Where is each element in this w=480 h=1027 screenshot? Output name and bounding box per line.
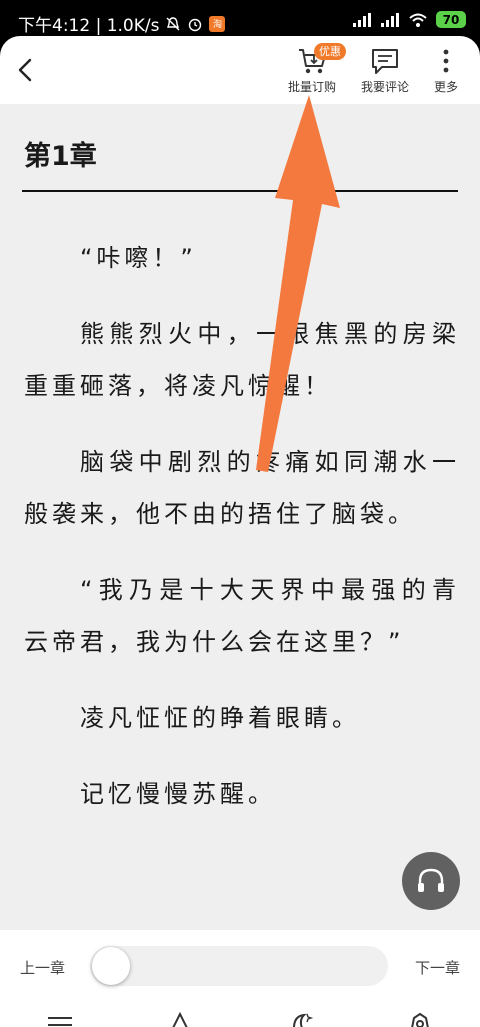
promo-badge: 优惠 — [314, 43, 346, 60]
paragraph: 脑袋中剧烈的疼痛如同潮水一般袭来，他不由的捂住了脑袋。 — [24, 448, 460, 528]
slider-thumb[interactable] — [92, 947, 130, 985]
reading-area[interactable]: 第1章 “咔嚓！” 熊熊烈火中，一根焦黑的房梁重重砸落，将凌凡惊醒！ 脑袋中剧烈… — [0, 104, 480, 930]
chapter-content: “咔嚓！” 熊熊烈火中，一根焦黑的房梁重重砸落，将凌凡惊醒！ 脑袋中剧烈的疼痛如… — [24, 232, 460, 844]
headphones-icon — [418, 868, 444, 892]
chapter-progress-slider[interactable] — [90, 946, 388, 986]
paragraph: 记忆慢慢苏醒。 — [80, 780, 276, 808]
signal-icon-2 — [381, 12, 399, 27]
paragraph: “咔嚓！” — [80, 244, 197, 272]
reader-toolbar: 批量订购 优惠 我要评论 更多 — [0, 36, 480, 104]
catalog-list-icon[interactable] — [46, 1012, 74, 1027]
paragraph: 熊熊烈火中，一根焦黑的房梁重重砸落，将凌凡惊醒！ — [24, 320, 460, 400]
prev-chapter-button[interactable]: 上一章 — [20, 957, 65, 978]
more-label: 更多 — [433, 80, 458, 94]
font-size-icon[interactable] — [166, 1012, 194, 1027]
title-divider — [22, 190, 458, 192]
more-vertical-icon — [443, 49, 449, 73]
alarm-icon — [189, 18, 202, 31]
next-chapter-button[interactable]: 下一章 — [415, 957, 460, 978]
status-right: 70 — [352, 11, 466, 28]
battery-icon: 70 — [436, 11, 466, 28]
listen-audio-button[interactable] — [402, 852, 460, 910]
batch-order-label: 批量订购 — [287, 80, 336, 94]
status-left: 下午4:12 | 1.0K/s 淘 — [18, 11, 226, 36]
back-arrow-icon[interactable] — [12, 56, 40, 84]
app-notification-icon: 淘 — [209, 15, 226, 32]
more-button[interactable]: 更多 — [428, 46, 464, 95]
night-mode-icon[interactable] — [286, 1012, 314, 1027]
comment-button[interactable]: 我要评论 — [356, 46, 414, 95]
status-time-network: 下午4:12 | 1.0K/s — [18, 16, 160, 36]
paragraph: “我乃是十大天界中最强的青云帝君，我为什么会在这里？” — [24, 576, 460, 656]
comment-label: 我要评论 — [360, 80, 409, 94]
paragraph: 凌凡怔怔的睁着眼睛。 — [80, 704, 360, 732]
settings-icon[interactable] — [406, 1012, 434, 1027]
signal-icon — [353, 12, 371, 27]
chapter-title: 第1章 — [24, 141, 97, 172]
mute-bell-icon — [166, 16, 180, 30]
bottom-icon-row — [0, 1010, 480, 1027]
wifi-icon — [409, 13, 427, 27]
comment-icon — [372, 49, 398, 74]
bottom-control-panel: 上一章 下一章 — [0, 930, 480, 1027]
